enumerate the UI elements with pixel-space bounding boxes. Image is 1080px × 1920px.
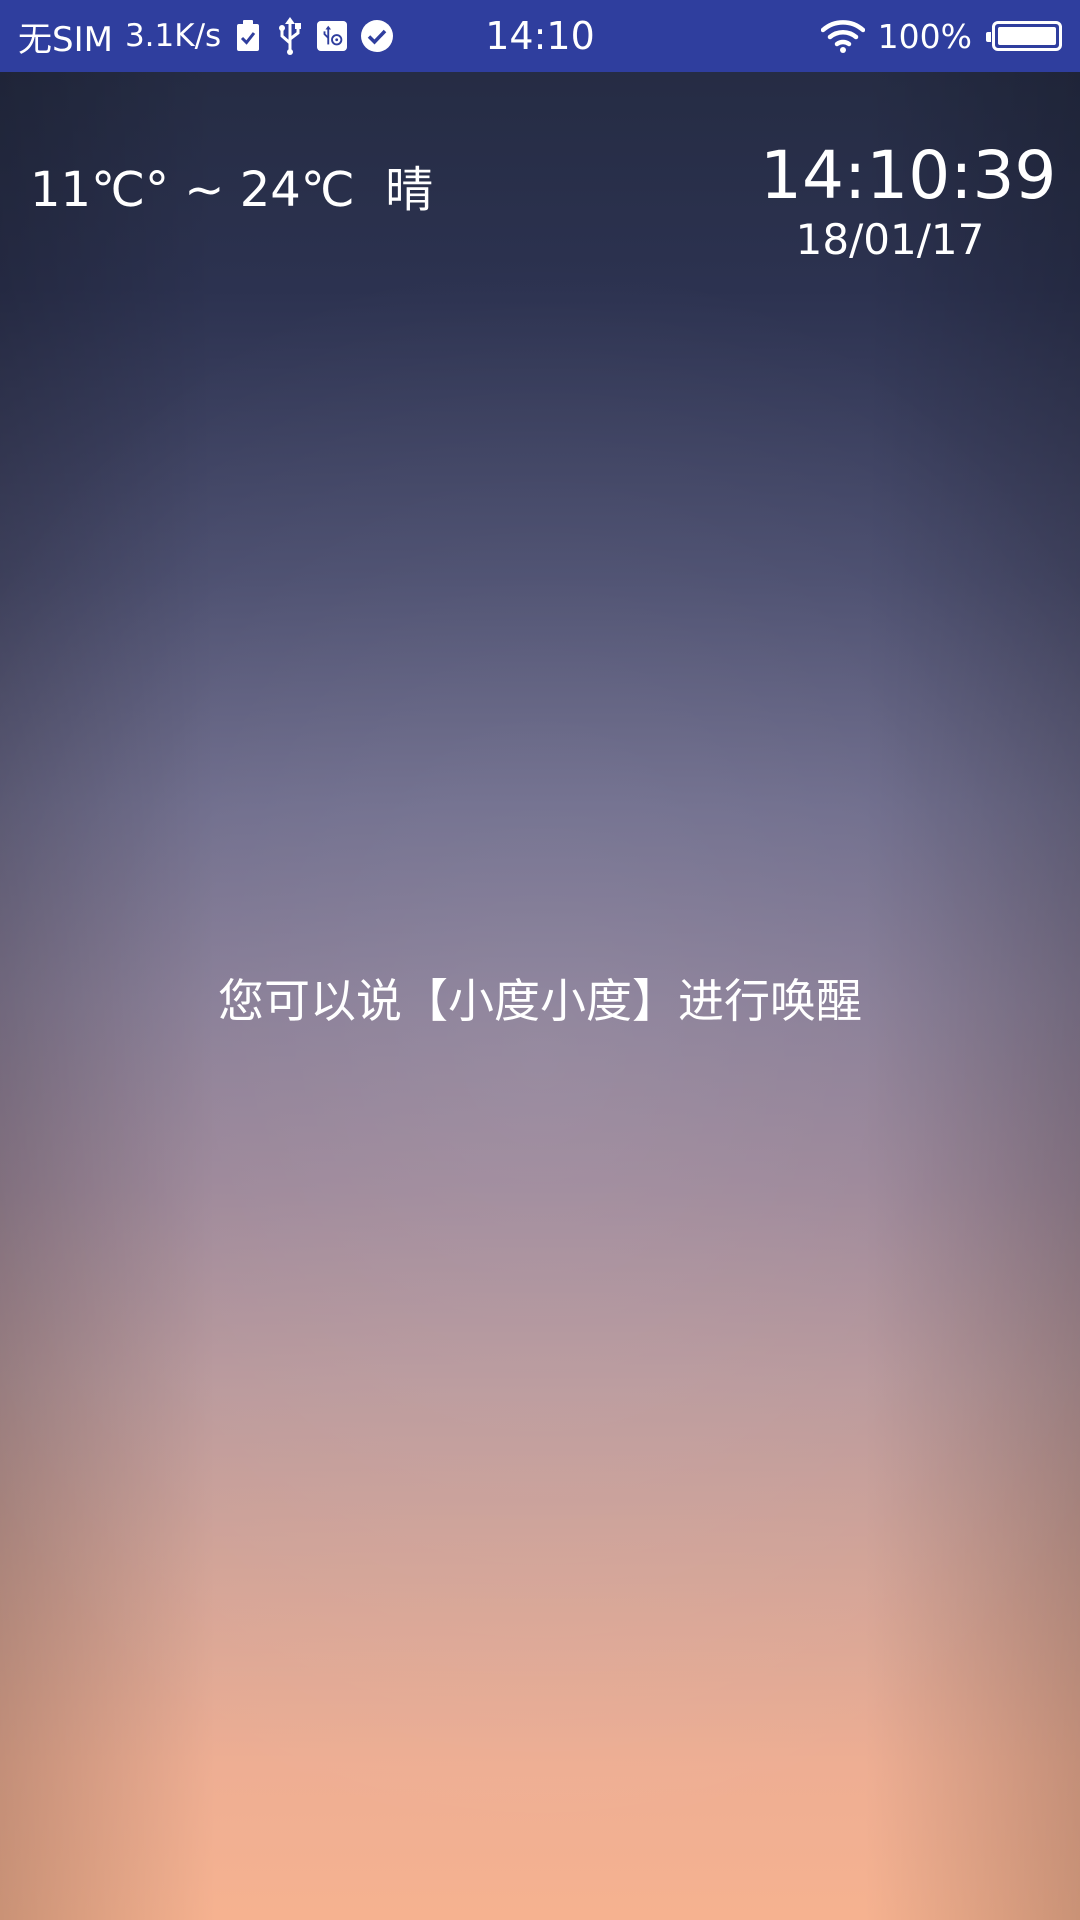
battery-icon [986,21,1062,51]
battery-level-fill [998,27,1056,45]
status-bar-right: 100% [820,0,1062,72]
wake-word-hint: 您可以说【小度小度】进行唤醒 [218,974,862,1028]
lock-screen: 无SIM 3.1K/s 14:10 100% 11℃° ~ 24℃ 晴 14:1… [0,0,1080,1920]
wifi-icon [820,17,866,55]
clock-time: 14:10:39 [760,137,1057,214]
clock-widget: 14:10:39 18/01/17 [760,137,1057,266]
weather-summary: 11℃° ~ 24℃ 晴 [30,162,434,218]
clock-date: 18/01/17 [795,215,985,264]
battery-percent: 100% [877,16,972,56]
status-bar: 无SIM 3.1K/s 14:10 100% [0,0,1080,72]
